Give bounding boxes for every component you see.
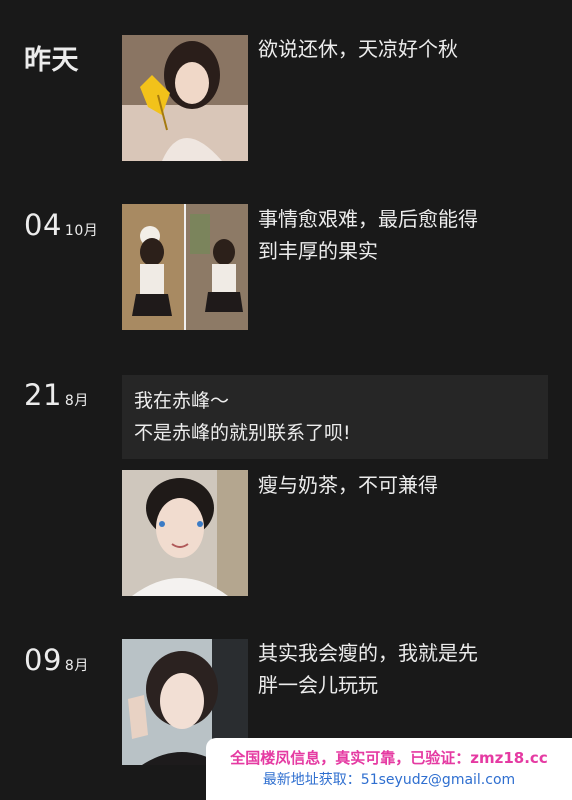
post-photo-thumbnail[interactable] bbox=[122, 470, 248, 596]
post-caption: 其实我会瘦的，我就是先 胖一会儿玩玩 bbox=[258, 637, 548, 701]
date-day: 21 bbox=[24, 378, 62, 412]
date-month: 8月 bbox=[64, 393, 89, 409]
text-post[interactable]: 我在赤峰～ 不是赤峰的就别联系了呗! bbox=[122, 375, 548, 459]
date-month: 10月 bbox=[64, 223, 99, 239]
date-label-04: 04 10月 bbox=[24, 208, 98, 242]
post-caption: 事情愈艰难，最后愈能得 到丰厚的果实 bbox=[258, 203, 548, 267]
post-photo-thumbnail[interactable] bbox=[122, 204, 248, 330]
text-post-line: 我在赤峰～ bbox=[134, 390, 230, 412]
promo-banner[interactable]: 全国楼凤信息，真实可靠，已验证：zmz18.cc 最新地址获取：51seyudz… bbox=[206, 738, 572, 800]
post-caption: 瘦与奶茶，不可兼得 bbox=[258, 473, 438, 497]
text-post-line: 不是赤峰的就别联系了呗! bbox=[134, 422, 351, 444]
date-day: 04 bbox=[24, 208, 62, 242]
caption-line: 其实我会瘦的，我就是先 bbox=[258, 641, 478, 665]
caption-line: 事情愈艰难，最后愈能得 bbox=[258, 207, 478, 231]
photo-girl-with-leaf bbox=[122, 35, 248, 161]
date-day: 09 bbox=[24, 643, 62, 677]
date-label-21: 21 8月 bbox=[24, 378, 89, 412]
caption-line: 到丰厚的果实 bbox=[258, 239, 378, 263]
post-photo-thumbnail[interactable] bbox=[122, 35, 248, 161]
photo-mirror-selfies bbox=[122, 204, 248, 330]
date-label-yesterday: 昨天 bbox=[24, 45, 79, 76]
caption-line: 胖一会儿玩玩 bbox=[258, 673, 378, 697]
date-month: 8月 bbox=[64, 658, 89, 674]
promo-banner-line2: 最新地址获取：51seyudz@gmail.com bbox=[262, 772, 516, 788]
post-caption: 欲说还休，天凉好个秋 bbox=[258, 37, 458, 61]
date-label-09: 09 8月 bbox=[24, 643, 89, 677]
photo-portrait bbox=[122, 470, 248, 596]
promo-banner-line1: 全国楼凤信息，真实可靠，已验证：zmz18.cc bbox=[230, 749, 548, 767]
